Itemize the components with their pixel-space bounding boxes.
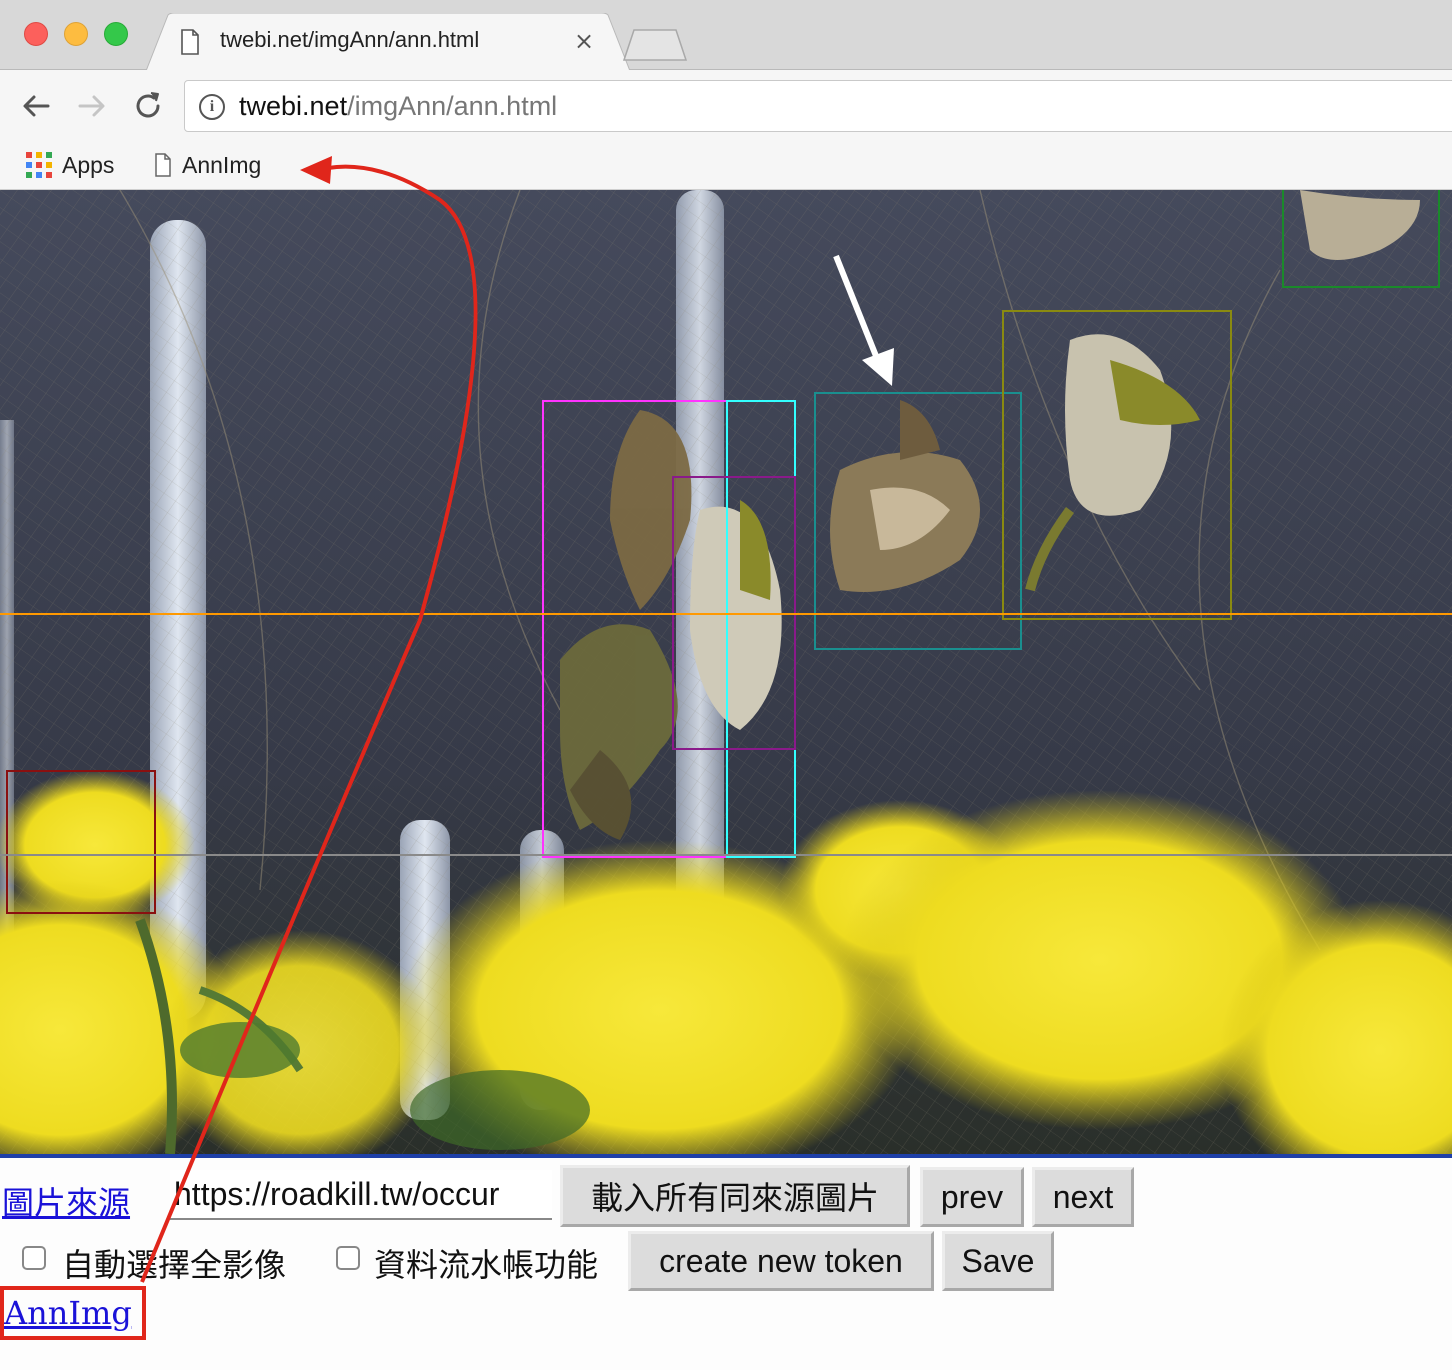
bbox-teal[interactable] [814,392,1022,650]
back-arrow-icon[interactable] [18,88,54,124]
bbox-green[interactable] [1282,190,1440,288]
browser-toolbar: i twebi.net/imgAnn/ann.html [0,70,1452,142]
reload-icon[interactable] [130,88,166,124]
auto-select-checkbox[interactable] [22,1246,46,1270]
page-content: 圖片來源 載入所有同來源圖片 prev next 自動選擇全影像 資料流水帳功能… [0,190,1452,1370]
new-tab-button[interactable] [622,28,688,62]
browser-tab[interactable]: twebi.net/imgAnn/ann.html × [146,13,630,71]
annotation-image[interactable] [0,190,1452,1154]
bookmark-annimg[interactable]: AnnImg [154,148,261,182]
apps-grid-icon [26,152,52,178]
source-url-input[interactable] [170,1170,552,1220]
prev-button[interactable]: prev [920,1167,1024,1227]
bbox-olive[interactable] [1002,310,1232,620]
auto-select-label: 自動選擇全影像 [62,1246,287,1284]
bookmark-apps[interactable]: Apps [26,148,114,182]
bbox-darkred[interactable] [6,770,156,914]
info-icon[interactable]: i [199,94,225,120]
flow-account-label: 資料流水帳功能 [374,1246,599,1284]
flow-account-checkbox[interactable] [336,1246,360,1270]
forward-arrow-icon[interactable] [74,88,110,124]
annotation-controls: 圖片來源 載入所有同來源圖片 prev next 自動選擇全影像 資料流水帳功能… [0,1158,1452,1370]
next-button[interactable]: next [1032,1167,1134,1227]
window-minimize-button[interactable] [64,22,88,46]
url-host: twebi.net [239,91,348,121]
guide-line-orange [0,613,1452,615]
bookmarks-bar: Apps AnnImg [0,142,1452,190]
bookmark-annimg-label: AnnImg [182,151,262,178]
page-icon [180,29,200,59]
address-url: twebi.net/imgAnn/ann.html [239,91,557,122]
url-path: /imgAnn/ann.html [347,91,558,121]
page-icon [155,153,171,177]
create-new-token-button[interactable]: create new token [628,1231,934,1291]
tab-strip: twebi.net/imgAnn/ann.html × [0,0,1452,71]
tab-close-icon[interactable]: × [574,27,594,55]
bookmark-apps-label: Apps [62,151,115,178]
address-bar[interactable]: i twebi.net/imgAnn/ann.html [184,80,1452,132]
tab-title: twebi.net/imgAnn/ann.html [220,27,480,52]
load-all-same-source-button[interactable]: 載入所有同來源圖片 [560,1165,910,1227]
window-maximize-button[interactable] [104,22,128,46]
window-close-button[interactable] [24,22,48,46]
guide-line-gray [0,854,1452,856]
image-source-link[interactable]: 圖片來源 [2,1178,130,1224]
save-button[interactable]: Save [942,1231,1054,1291]
annimg-highlight-box [0,1286,146,1340]
